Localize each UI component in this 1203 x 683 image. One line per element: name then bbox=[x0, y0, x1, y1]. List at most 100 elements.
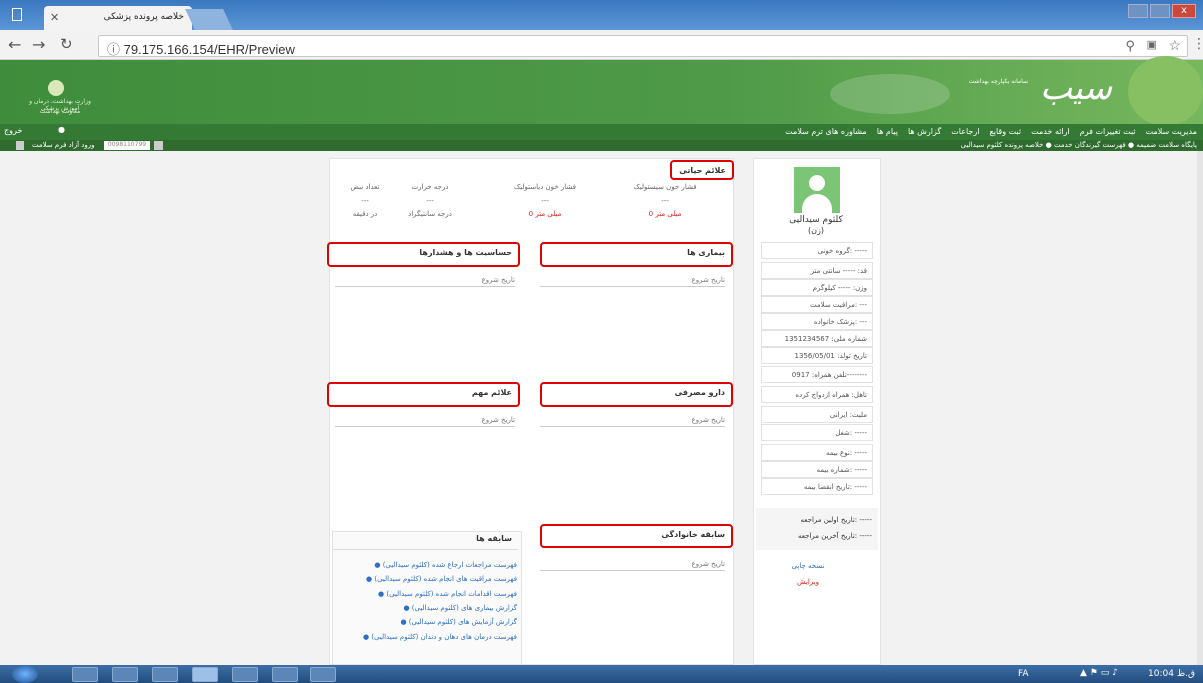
profile-gender: (زن) bbox=[808, 226, 824, 235]
exit-link[interactable]: خروج bbox=[4, 126, 22, 135]
menu-item[interactable]: مشاوره های ترم سلامت bbox=[785, 127, 867, 136]
profile-field: مراقبت سلامت: --- bbox=[761, 296, 873, 313]
signs-date-header: تاریخ شروع bbox=[335, 416, 515, 427]
sensitivities-title: حساسیت ها و هشدارها bbox=[327, 242, 520, 267]
close-tab-icon[interactable]: ✕ bbox=[50, 11, 59, 24]
menu-items: مدیریت سلامت ثبت تغییرات فرم ارائه خدمت … bbox=[785, 127, 1197, 136]
history-link[interactable]: ● گزارش آزمایش های (کلثوم سیدالیی) bbox=[400, 618, 517, 626]
menu-item[interactable]: گزارش ها bbox=[908, 127, 941, 136]
taskbar-app-icon[interactable] bbox=[232, 667, 258, 682]
taskbar-app-icon[interactable] bbox=[152, 667, 178, 682]
taskbar-chrome-icon[interactable] bbox=[192, 667, 218, 682]
header-decoration bbox=[830, 74, 950, 114]
taskbar-app-icon[interactable] bbox=[272, 667, 298, 682]
browser-tab[interactable]: ✕ خلاصه پرونده پزشکی bbox=[44, 6, 192, 30]
reload-icon[interactable]: ↻ bbox=[60, 35, 73, 53]
language-indicator[interactable]: FA bbox=[1018, 669, 1029, 679]
quick-form-label: ورود آزاد فرم سلامت bbox=[32, 141, 95, 149]
vital-col-dash: --- bbox=[361, 197, 369, 205]
avatar-head-icon bbox=[809, 175, 825, 191]
tray-icons[interactable]: ▲ ⚑ ▭ ♪ bbox=[1080, 668, 1118, 678]
family-date-header: تاریخ شروع bbox=[540, 560, 725, 571]
print-link[interactable]: نسخه چاپی bbox=[760, 562, 856, 570]
diseases-date-header: تاریخ شروع bbox=[540, 276, 725, 287]
translate-icon[interactable]: ▣ bbox=[1147, 38, 1157, 51]
important-signs-title: علائم مهم bbox=[327, 382, 520, 407]
national-id-input[interactable]: 0098110799 bbox=[104, 141, 150, 150]
sensitivities-date-header: تاریخ شروع bbox=[335, 276, 515, 287]
search-icon[interactable] bbox=[154, 141, 163, 150]
menu-item[interactable]: پیام ها bbox=[877, 127, 898, 136]
menu-item[interactable]: ارجاعات bbox=[951, 127, 979, 136]
menu-item[interactable]: مدیریت سلامت bbox=[1146, 127, 1197, 136]
site-header: وزارت بهداشت، درمان و آموزش پزشکی معاونت… bbox=[0, 56, 1203, 126]
breadcrumb-bar: پایگاه سلامت ضمیمه ● فهرست گیرندگان خدمت… bbox=[0, 140, 1203, 151]
profile-field: وزن: ----- کیلوگرم bbox=[761, 279, 873, 296]
vital-col-value: در دقیقه bbox=[352, 210, 378, 218]
menu-item[interactable]: ثبت وقایع bbox=[989, 127, 1021, 136]
doc-icon[interactable] bbox=[16, 141, 24, 150]
window-controls: x bbox=[1128, 2, 1198, 22]
vital-col-dash: --- bbox=[426, 197, 434, 205]
taskbar-word-icon[interactable] bbox=[310, 667, 336, 682]
history-link[interactable]: ● فهرست اقدامات انجام شده (کلثوم سیدالیی… bbox=[378, 590, 517, 598]
profile-field: گروه خونی: ----- bbox=[761, 242, 873, 259]
url-input[interactable]: ⓘ 79.175.166.154/EHR/Preview ⚲ ▣ ☆ bbox=[98, 35, 1188, 57]
profile-field: تاریخ تولد: 1356/05/01 bbox=[761, 347, 873, 364]
zoom-icon[interactable]: ⚲ bbox=[1125, 38, 1135, 54]
edit-link[interactable]: ویرایش bbox=[760, 578, 856, 586]
exit-label: خروج bbox=[4, 126, 23, 135]
vital-col-header: درجه حرارت bbox=[411, 183, 449, 191]
taskbar-app-icon[interactable] bbox=[72, 667, 98, 682]
page-icon bbox=[12, 8, 22, 21]
history-link[interactable]: ● گزارش بیماری های (کلثوم سیدالیی) bbox=[403, 604, 517, 612]
breadcrumb[interactable]: پایگاه سلامت ضمیمه ● فهرست گیرندگان خدمت… bbox=[961, 141, 1197, 149]
start-button-icon[interactable] bbox=[12, 665, 38, 683]
history-link[interactable]: ● فهرست مراجعات ارجاع شده (کلثوم سیدالیی… bbox=[374, 561, 517, 569]
profile-field: تلفن همراه: 0917-------- bbox=[761, 366, 873, 383]
profile-field: شماره بیمه: ----- bbox=[761, 461, 873, 478]
profile-field: پزشک خانواده: --- bbox=[761, 313, 873, 330]
browser-menu-icon[interactable]: ⋮ bbox=[1192, 36, 1203, 52]
ministry-sub: معاونت بهداشت bbox=[39, 108, 81, 115]
maximize-icon[interactable] bbox=[1150, 4, 1170, 18]
avatar-body-icon bbox=[802, 194, 832, 213]
vital-col-header: فشار خون سیستولیک bbox=[633, 183, 697, 191]
profile-field: شماره ملی: 1351234567 bbox=[761, 330, 873, 347]
minimize-icon[interactable] bbox=[1128, 4, 1148, 18]
taskbar-app-icon[interactable] bbox=[112, 667, 138, 682]
link-text: فهرست درمان های دهان و دندان (کلثوم سیدا… bbox=[371, 633, 517, 641]
apple-logo-icon bbox=[1128, 56, 1203, 126]
info-icon[interactable]: ⓘ bbox=[107, 42, 124, 57]
history-link[interactable]: ● فهرست درمان های دهان و دندان (کلثوم سی… bbox=[363, 633, 517, 641]
profile-name: کلثوم سیدالیی bbox=[789, 215, 843, 225]
vital-col-value: 0 میلی متر bbox=[528, 210, 562, 218]
vital-col-dash: --- bbox=[541, 197, 549, 205]
drugs-title: دارو مصرفی bbox=[540, 382, 733, 407]
close-window-icon[interactable]: x bbox=[1172, 4, 1196, 18]
history-box bbox=[332, 531, 522, 665]
vital-col-value: 0 میلی متر bbox=[648, 210, 682, 218]
history-link[interactable]: ● فهرست مراقبت های انجام شده (کلثوم سیدا… bbox=[366, 575, 517, 583]
profile-field: تاریخ انقضا بیمه: ----- bbox=[761, 478, 873, 495]
link-text: فهرست مراقبت های انجام شده (کلثوم سیدالی… bbox=[374, 575, 517, 583]
clock[interactable]: 10:04 ق.ظ bbox=[1148, 669, 1195, 679]
back-icon[interactable]: ← bbox=[8, 35, 21, 54]
brand-logo: سیب bbox=[1040, 68, 1113, 108]
profile-field: قد: ----- سانتی متر bbox=[761, 262, 873, 279]
link-text: فهرست اقدامات انجام شده (کلثوم سیدالیی) bbox=[386, 590, 517, 598]
profile-field: ملیت: ایرانی bbox=[761, 406, 873, 423]
profile-field: شغل: ----- bbox=[761, 424, 873, 441]
menu-item[interactable]: ارائه خدمت bbox=[1031, 127, 1070, 136]
page-scrollbar[interactable] bbox=[1197, 151, 1203, 665]
emblem-icon bbox=[48, 80, 64, 96]
url-text: 79.175.166.154/EHR/Preview bbox=[123, 42, 295, 57]
link-text: گزارش بیماری های (کلثوم سیدالیی) bbox=[411, 604, 517, 612]
bookmark-star-icon[interactable]: ☆ bbox=[1168, 37, 1181, 54]
link-text: فهرست مراجعات ارجاع شده (کلثوم سیدالیی) bbox=[382, 561, 517, 569]
brand-sub: سامانه یکپارچه بهداشت bbox=[968, 78, 1028, 85]
menu-item[interactable]: ثبت تغییرات فرم bbox=[1080, 127, 1136, 136]
vital-col-header: تعداد نبض bbox=[350, 183, 380, 191]
user-icon[interactable]: ● bbox=[58, 125, 65, 134]
forward-icon[interactable]: → bbox=[32, 35, 45, 54]
